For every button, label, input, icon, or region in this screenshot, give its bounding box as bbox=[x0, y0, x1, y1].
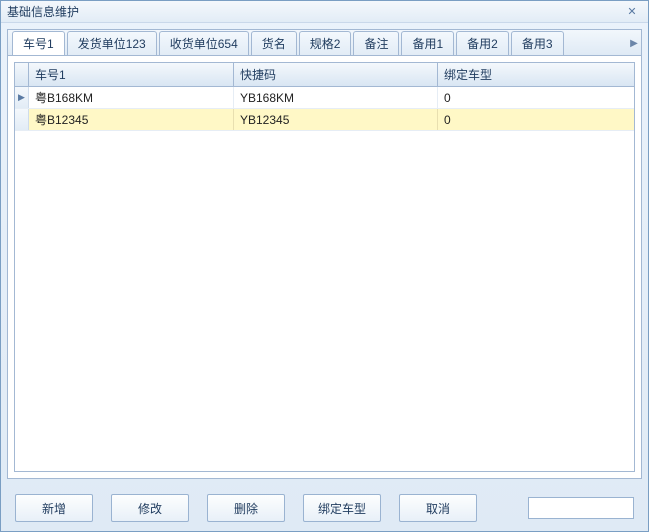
table-row[interactable]: ▶粤B168KMYB168KM0 bbox=[15, 87, 634, 109]
table-row[interactable]: 粤B12345YB123450 bbox=[15, 109, 634, 131]
column-header[interactable]: 快捷码 bbox=[234, 63, 438, 86]
tab-3[interactable]: 货名 bbox=[251, 31, 297, 55]
cell[interactable]: YB12345 bbox=[234, 109, 438, 130]
tab-5[interactable]: 备注 bbox=[353, 31, 399, 55]
close-icon[interactable]: ✕ bbox=[622, 5, 642, 19]
tab-1[interactable]: 发货单位123 bbox=[67, 31, 157, 55]
delete-button[interactable]: 删除 bbox=[207, 494, 285, 522]
tab-6[interactable]: 备用1 bbox=[401, 31, 454, 55]
tabstrip: ◀ 车号1发货单位123收货单位654货名规格2备注备用1备用2备用3 ▶ bbox=[8, 30, 641, 56]
column-header[interactable]: 绑定车型 bbox=[438, 63, 634, 86]
add-button[interactable]: 新增 bbox=[15, 494, 93, 522]
row-indicator-header bbox=[15, 63, 29, 86]
grid-header: 车号1 快捷码 绑定车型 bbox=[15, 63, 634, 87]
tab-2[interactable]: 收货单位654 bbox=[159, 31, 249, 55]
titlebar: 基础信息维护 ✕ bbox=[1, 1, 648, 23]
cell[interactable]: 粤B12345 bbox=[29, 109, 234, 130]
column-header[interactable]: 车号1 bbox=[29, 63, 234, 86]
tab-7[interactable]: 备用2 bbox=[456, 31, 509, 55]
content-panel: ◀ 车号1发货单位123收货单位654货名规格2备注备用1备用2备用3 ▶ 车号… bbox=[7, 29, 642, 479]
cell[interactable]: YB168KM bbox=[234, 87, 438, 108]
cell[interactable]: 粤B168KM bbox=[29, 87, 234, 108]
data-grid: 车号1 快捷码 绑定车型 ▶粤B168KMYB168KM0粤B12345YB12… bbox=[14, 62, 635, 472]
grid-body[interactable]: ▶粤B168KMYB168KM0粤B12345YB123450 bbox=[15, 87, 634, 471]
tab-8[interactable]: 备用3 bbox=[511, 31, 564, 55]
search-input[interactable] bbox=[528, 497, 634, 519]
footer: 新增 修改 删除 绑定车型 取消 bbox=[1, 485, 648, 531]
tab-0[interactable]: 车号1 bbox=[12, 31, 65, 55]
window-title: 基础信息维护 bbox=[7, 3, 622, 20]
cell[interactable]: 0 bbox=[438, 109, 634, 130]
row-indicator-icon bbox=[15, 109, 29, 130]
tab-4[interactable]: 规格2 bbox=[299, 31, 352, 55]
window: 基础信息维护 ✕ ◀ 车号1发货单位123收货单位654货名规格2备注备用1备用… bbox=[0, 0, 649, 532]
tab-scroll-right-icon[interactable]: ▶ bbox=[627, 31, 641, 55]
bind-type-button[interactable]: 绑定车型 bbox=[303, 494, 381, 522]
edit-button[interactable]: 修改 bbox=[111, 494, 189, 522]
row-indicator-icon: ▶ bbox=[15, 87, 29, 108]
cell[interactable]: 0 bbox=[438, 87, 634, 108]
cancel-button[interactable]: 取消 bbox=[399, 494, 477, 522]
